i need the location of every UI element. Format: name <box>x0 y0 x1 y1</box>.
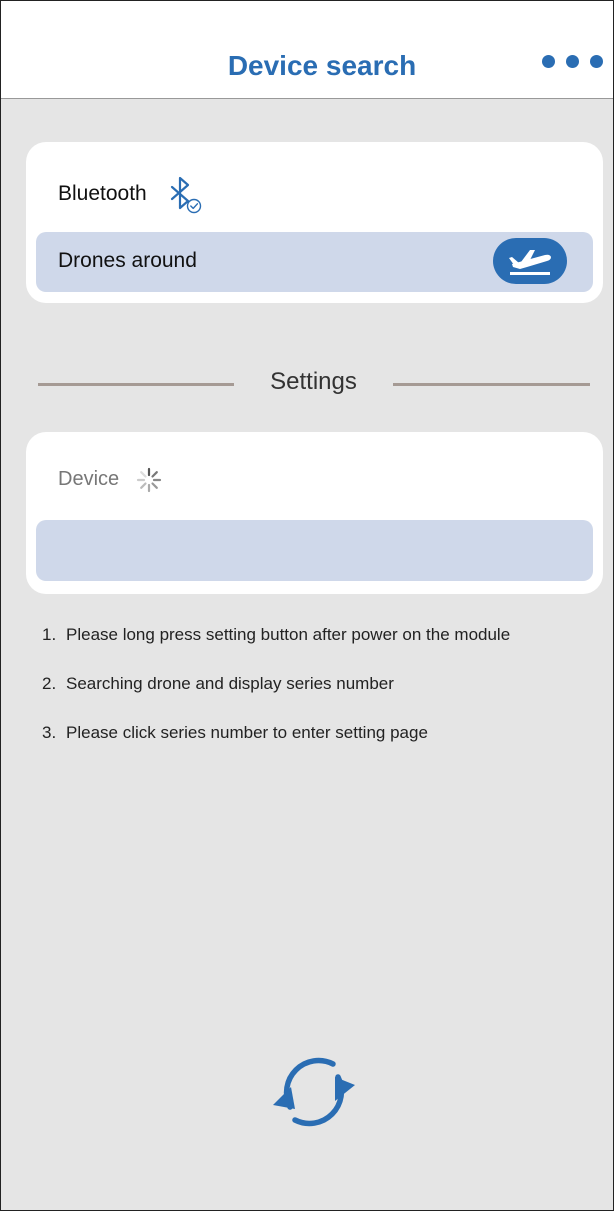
airplane-takeoff-icon <box>509 250 551 275</box>
device-label: Device <box>58 468 120 490</box>
more-dot <box>590 55 603 68</box>
settings-divider-right <box>393 383 590 386</box>
device-card: Device <box>26 432 603 594</box>
instructions-list: 1. Please long press setting button afte… <box>42 625 602 772</box>
instruction-item: 2. Searching drone and display series nu… <box>42 674 602 723</box>
device-search-screen: Device search Bluetooth Drones around Se… <box>0 0 614 1211</box>
drone-scan-button[interactable] <box>493 238 567 284</box>
device-result-row[interactable] <box>36 520 593 581</box>
bluetooth-card: Bluetooth Drones around <box>26 142 603 303</box>
settings-heading: Settings <box>270 368 357 395</box>
instruction-number: 1. <box>42 625 57 644</box>
instruction-number: 2. <box>42 674 57 693</box>
drones-around-label: Drones around <box>58 249 197 272</box>
refresh-icon[interactable] <box>267 1049 361 1135</box>
instruction-item: 1. Please long press setting button afte… <box>42 625 602 674</box>
more-options-icon[interactable] <box>542 55 606 69</box>
bluetooth-label: Bluetooth <box>58 182 147 205</box>
instruction-text: Please click series number to enter sett… <box>66 723 428 742</box>
more-dot <box>542 55 555 68</box>
page-title: Device search <box>227 50 417 81</box>
instruction-text: Please long press setting button after p… <box>66 625 511 644</box>
instruction-number: 3. <box>42 723 57 742</box>
header-bar: Device search <box>1 1 613 99</box>
instruction-text: Searching drone and display series numbe… <box>66 674 394 693</box>
drones-around-row[interactable]: Drones around <box>36 232 593 292</box>
bluetooth-connected-icon <box>170 176 202 214</box>
instruction-item: 3. Please click series number to enter s… <box>42 723 602 772</box>
loading-spinner-icon <box>136 467 162 493</box>
settings-divider-left <box>38 383 234 386</box>
more-dot <box>566 55 579 68</box>
